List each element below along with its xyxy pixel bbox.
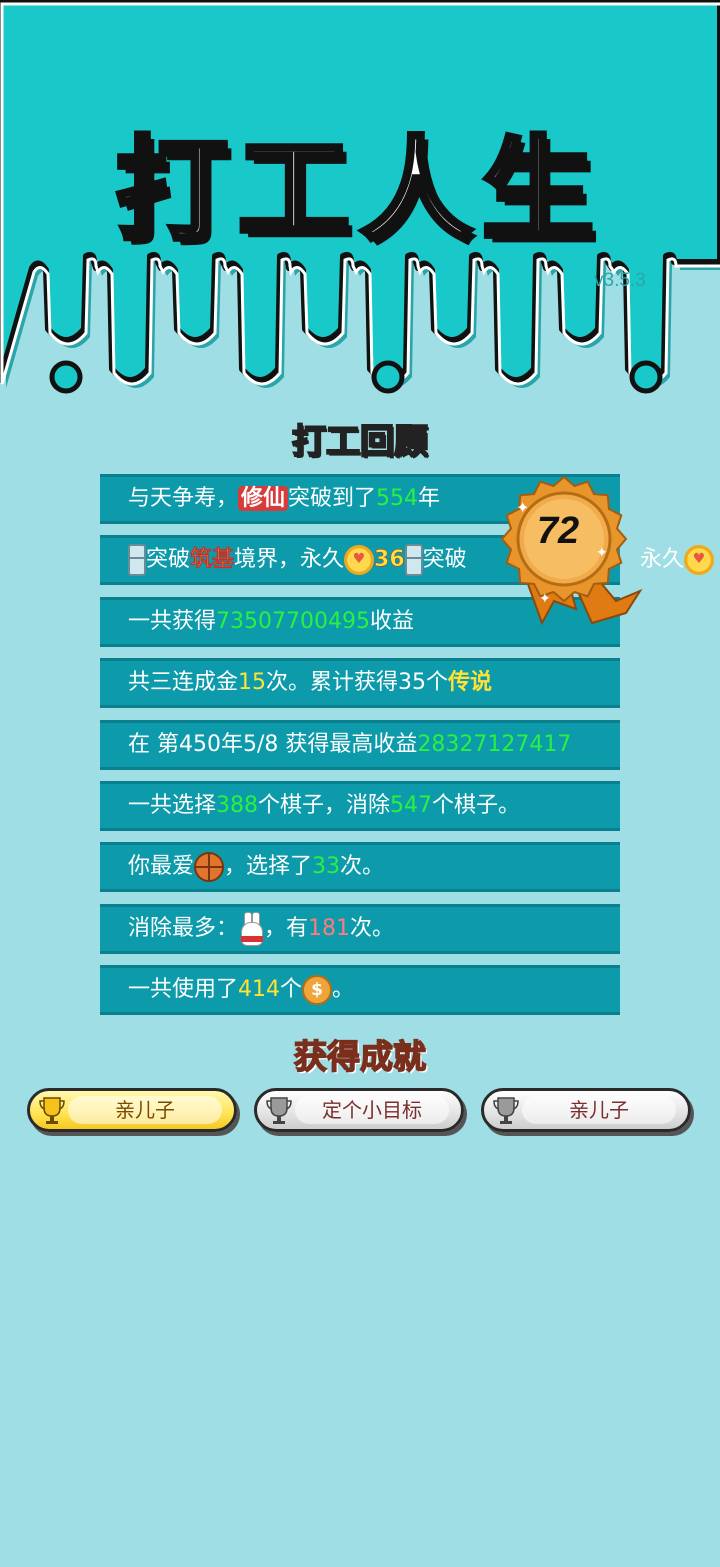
row-text: 你最爱 — [128, 854, 195, 880]
achievement-label: 亲儿子 — [522, 1096, 676, 1124]
realm-badge: 筑基 — [190, 547, 235, 573]
review-row-most-cleared: 消除最多： ，有181次。 — [100, 903, 620, 954]
score-medal-icon: ✦ ✦ ✦ — [500, 475, 643, 626]
row-text: 次。累计获得35个 — [266, 670, 449, 696]
basketball-icon — [194, 852, 225, 883]
row-text: 境界，永久 — [234, 547, 345, 573]
row-text: 收益 — [369, 608, 414, 634]
rabbit-icon — [238, 911, 264, 946]
heart-coin-icon — [344, 537, 375, 581]
achievement-label: 定个小目标 — [295, 1096, 449, 1124]
achievement-label: 亲儿子 — [68, 1096, 222, 1124]
review-row-combo: 共三连成金15次。累计获得35个传说 — [100, 658, 620, 709]
trophy-icon — [493, 1097, 519, 1124]
row-text: 突破 — [422, 547, 467, 573]
review-row-best-income: 在 第450年5/8 获得最高收益28327127417 — [100, 719, 620, 770]
row-text: ，选择了 — [224, 854, 313, 880]
row-text: 个棋子。 — [432, 792, 521, 818]
coin-icon: $ — [302, 975, 333, 1006]
row-text: 次。 — [350, 915, 395, 941]
achievement-item-3[interactable]: 亲儿子 — [481, 1088, 691, 1132]
row-text: 一共获得 — [128, 608, 217, 634]
row-value: 181 — [308, 915, 351, 941]
row-text: 在 第450年5/8 获得最高收益 — [128, 731, 418, 757]
row-value: 36 — [374, 547, 405, 573]
review-title: 打工回顾 — [291, 421, 429, 463]
game-title: 打工人生 — [114, 124, 604, 259]
version-label: v3.5.3 — [594, 270, 646, 291]
row-text: 与天争寿， — [128, 486, 239, 511]
review-row-coins: 一共使用了414个 $。 — [100, 965, 620, 1016]
review-row-favorite: 你最爱 ，选择了33次。 — [100, 842, 620, 893]
row-value: 547 — [390, 792, 433, 818]
row-value: 15 — [238, 670, 267, 696]
fridge-icon — [404, 544, 423, 577]
header-banner: 打工人生 v3.5.3 — [0, 0, 720, 420]
row-value: 28327127417 — [417, 731, 572, 757]
row-text: 突破到了 — [288, 486, 377, 511]
row-value: 554 — [376, 486, 419, 511]
row-value: 388 — [216, 792, 259, 818]
row-text: 消除最多： — [128, 915, 239, 941]
row-text: 次。 — [340, 854, 385, 880]
achievement-item-1[interactable]: 亲儿子 — [27, 1088, 237, 1132]
achievement-item-2[interactable]: 定个小目标 — [254, 1088, 464, 1132]
overflow-text: 永久 — [640, 537, 715, 582]
row-text: 年 — [418, 486, 441, 511]
row-value: 73507700495 — [216, 608, 370, 634]
trophy-icon — [266, 1097, 292, 1124]
row-text: 共三连成金 — [128, 670, 239, 696]
heart-coin-icon — [684, 537, 715, 581]
review-row-pieces: 一共选择388个棋子，消除547个棋子。 — [100, 780, 620, 831]
row-text: 个棋子，消除 — [258, 792, 391, 818]
row-value: 33 — [312, 854, 341, 880]
svg-text:✦: ✦ — [596, 545, 608, 561]
achievements-title: 获得成就 — [293, 1036, 427, 1077]
row-text: 。 — [332, 977, 355, 1003]
row-text: 一共选择 — [128, 792, 217, 818]
medal-score: 72 — [536, 510, 580, 552]
fridge-icon — [128, 544, 146, 577]
legend-badge: 传说 — [448, 670, 493, 696]
row-value: 414 — [238, 977, 281, 1003]
row-text: 一共使用了 — [128, 977, 239, 1003]
rank-badge: 修仙 — [238, 486, 289, 511]
row-text: ，有 — [264, 915, 309, 941]
svg-text:✦: ✦ — [539, 591, 551, 607]
trophy-icon — [39, 1097, 65, 1124]
row-text: 个 — [280, 977, 303, 1003]
row-text: 永久 — [640, 547, 685, 573]
row-text: 突破 — [146, 547, 191, 573]
